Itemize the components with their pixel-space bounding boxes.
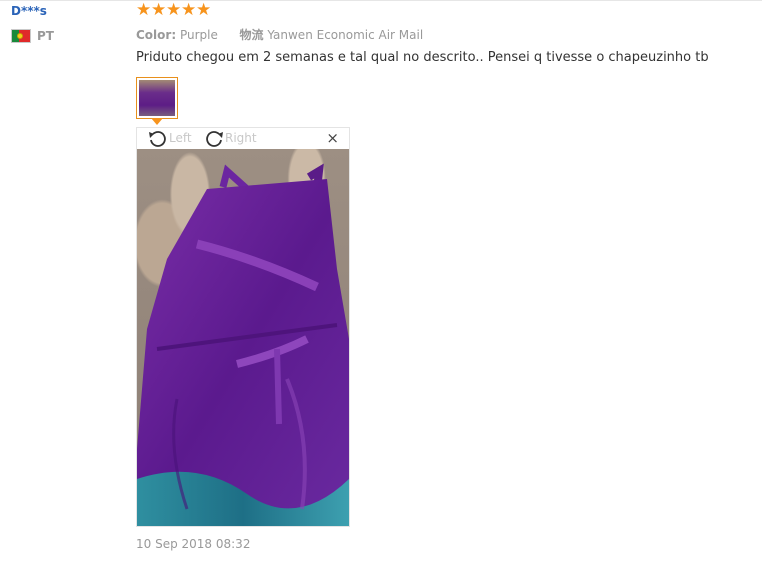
color-label: Color: — [136, 28, 177, 42]
photo-viewer-toolbar: Left Right × — [137, 128, 349, 149]
rotate-left-button[interactable]: Left — [147, 129, 192, 147]
country-code: PT — [37, 29, 54, 43]
review-photo — [137, 149, 349, 526]
color-value: Purple — [179, 28, 218, 42]
rotate-left-label: Left — [169, 131, 192, 145]
star-icon: ★ — [151, 0, 167, 20]
close-icon[interactable]: × — [326, 130, 339, 146]
star-icon: ★ — [196, 0, 212, 20]
rotate-right-button[interactable]: Right — [203, 129, 257, 147]
top-divider — [0, 0, 762, 1]
thumbnail-caret — [151, 118, 163, 125]
order-info: Color: Purple 物流 Yanwen Economic Air Mai… — [136, 26, 423, 43]
portugal-flag-icon — [11, 29, 31, 43]
reviewer-country: PT — [11, 29, 54, 43]
star-icon: ★ — [136, 0, 152, 20]
star-rating: ★ ★ ★ ★ ★ — [136, 2, 211, 19]
shipping-label: 物流 — [239, 28, 264, 42]
photo-viewer: Left Right × — [136, 127, 350, 527]
rotate-right-label: Right — [225, 131, 257, 145]
rotate-right-icon — [206, 131, 223, 147]
review-date: 10 Sep 2018 08:32 — [136, 537, 251, 551]
star-icon: ★ — [181, 0, 197, 20]
review-text: Priduto chegou em 2 semanas e tal qual n… — [136, 50, 709, 65]
review-photo-thumbnail[interactable] — [136, 77, 178, 119]
shipping-value: Yanwen Economic Air Mail — [267, 28, 424, 42]
reviewer-name[interactable]: D***s — [11, 4, 47, 18]
rotate-left-icon — [149, 131, 166, 147]
star-icon: ★ — [166, 0, 182, 20]
